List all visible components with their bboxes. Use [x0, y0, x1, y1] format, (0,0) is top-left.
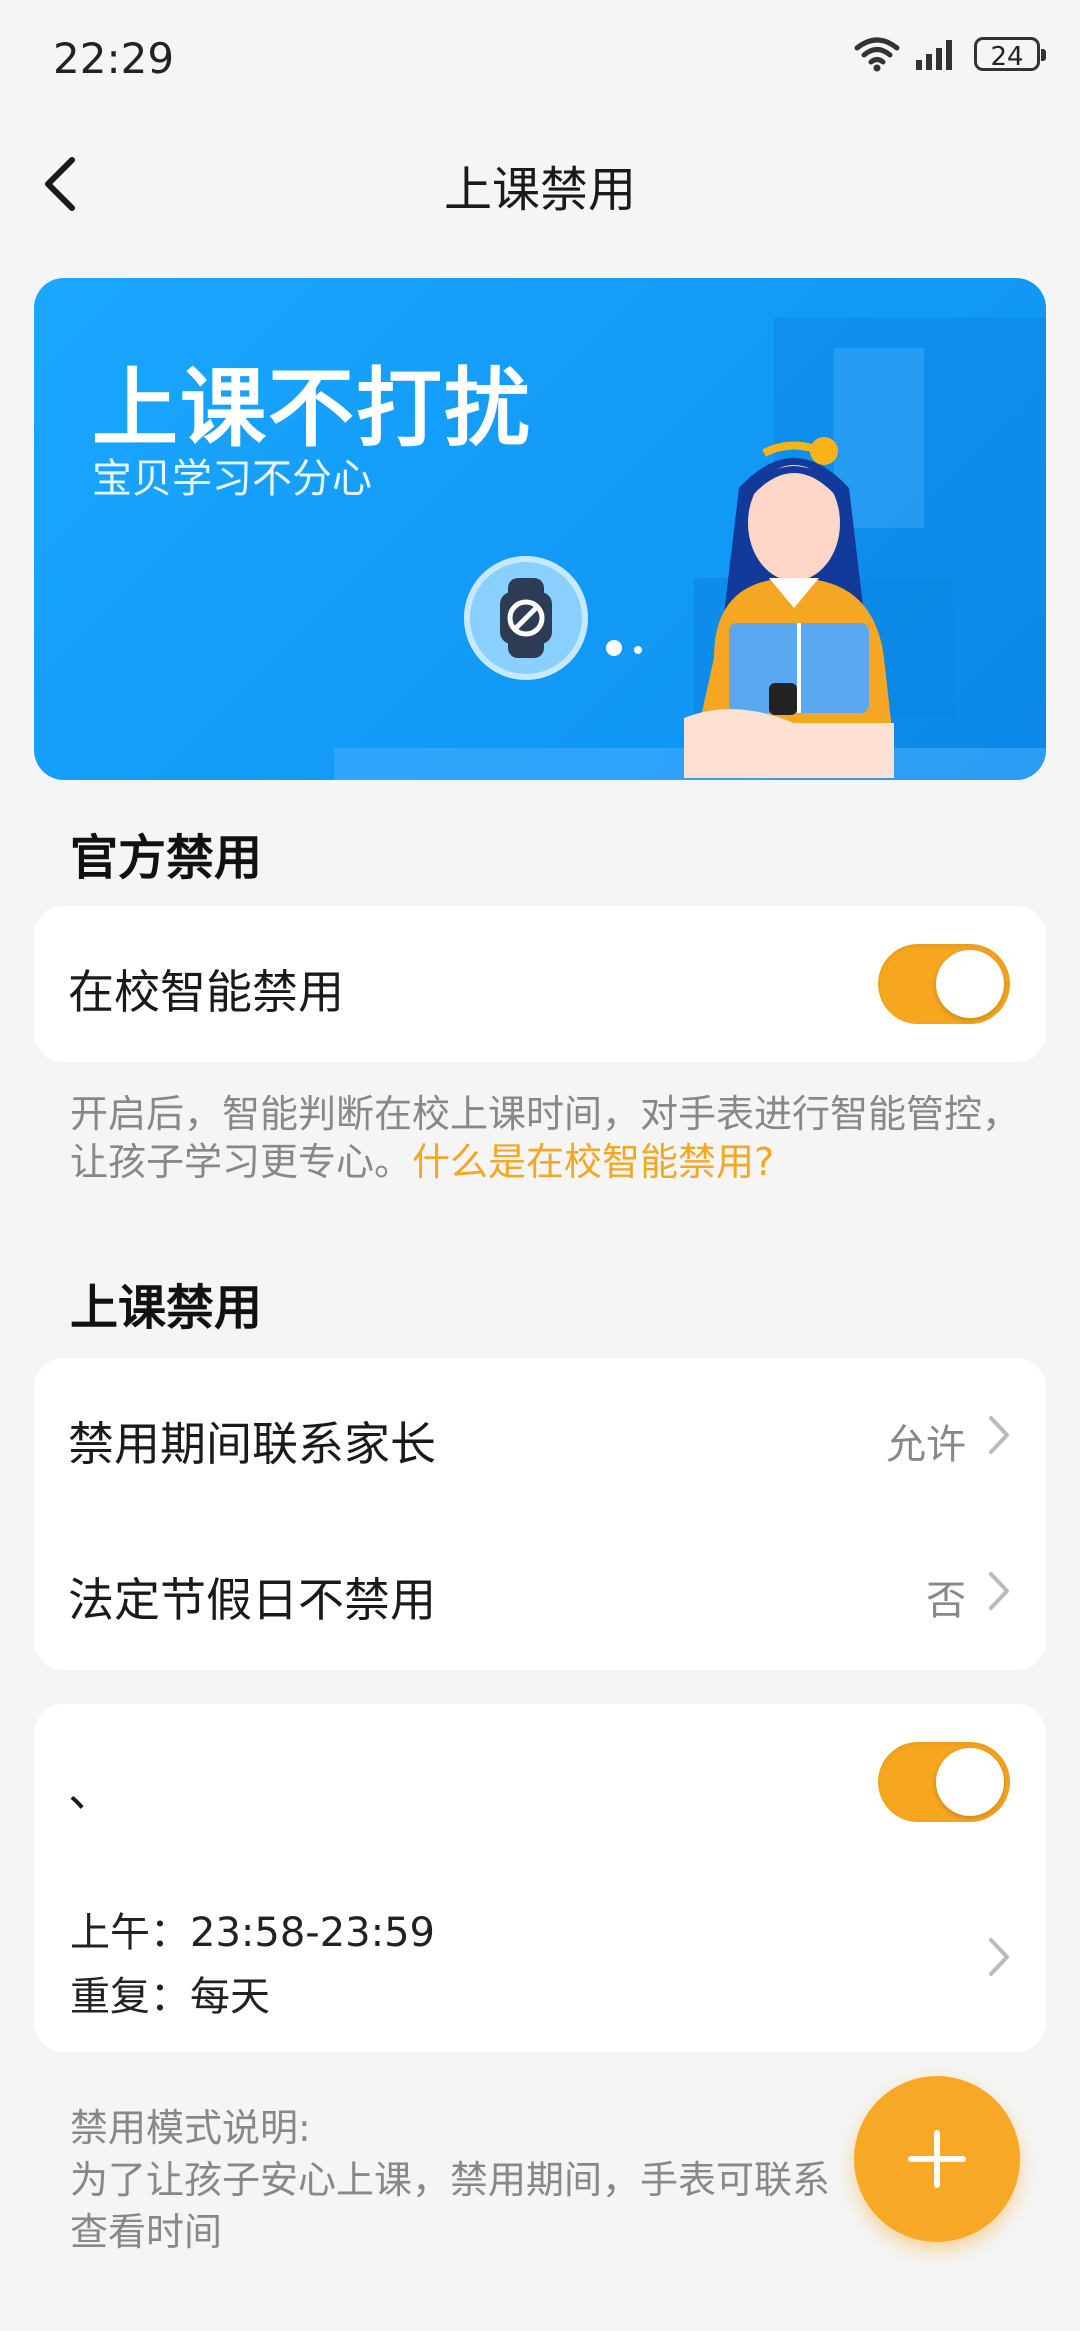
holiday-label: 法定节假日不禁用 [68, 1573, 436, 1627]
smart-ban-description: 开启后，智能判断在校上课时间，对手表进行智能管控，让孩子学习更专心。什么是在校智… [70, 1090, 1030, 1186]
battery-indicator: 24 [974, 37, 1046, 72]
chevron-right-icon [989, 1938, 1009, 1976]
toggle-knob [936, 1748, 1004, 1816]
contact-parent-row[interactable]: 禁用期间联系家长 允许 [34, 1358, 1046, 1514]
status-time: 22:29 [53, 34, 175, 83]
page-title: 上课禁用 [443, 162, 636, 218]
contact-parent-label: 禁用期间联系家长 [68, 1417, 436, 1471]
chevron-right-icon [989, 1572, 1009, 1610]
smart-ban-help-link[interactable]: 什么是在校智能禁用? [412, 1140, 774, 1184]
schedule-toggle[interactable] [878, 1742, 1010, 1822]
contact-parent-value: 允许 [886, 1422, 966, 1468]
wifi-icon [854, 37, 900, 72]
smart-ban-label: 在校智能禁用 [68, 965, 344, 1019]
schedule-time: 上午：23:58-23:59 [70, 1910, 435, 1956]
class-settings-card: 禁用期间联系家长 允许 法定节假日不禁用 否 [34, 1358, 1046, 1670]
plus-icon [908, 2130, 966, 2188]
signal-icon [916, 40, 952, 70]
banner-subtitle: 宝贝学习不分心 [92, 456, 372, 502]
section-title-official: 官方禁用 [70, 830, 263, 886]
holiday-value: 否 [926, 1578, 966, 1624]
add-schedule-button[interactable] [854, 2076, 1020, 2242]
section-title-class: 上课禁用 [70, 1280, 263, 1336]
chevron-right-icon [989, 1416, 1009, 1454]
schedule-card[interactable]: 、 上午：23:58-23:59 重复：每天 [34, 1704, 1046, 2052]
schedule-name: 、 [68, 1763, 114, 1817]
smart-ban-toggle[interactable] [878, 944, 1010, 1024]
status-icons: 24 [854, 36, 1046, 72]
toggle-knob [936, 950, 1004, 1018]
watch-ban-icon [464, 556, 588, 680]
schedule-repeat: 重复：每天 [70, 1974, 270, 2020]
banner-title: 上课不打扰 [92, 359, 532, 459]
holiday-row[interactable]: 法定节假日不禁用 否 [34, 1514, 1046, 1670]
smart-ban-card: 在校智能禁用 [34, 906, 1046, 1062]
